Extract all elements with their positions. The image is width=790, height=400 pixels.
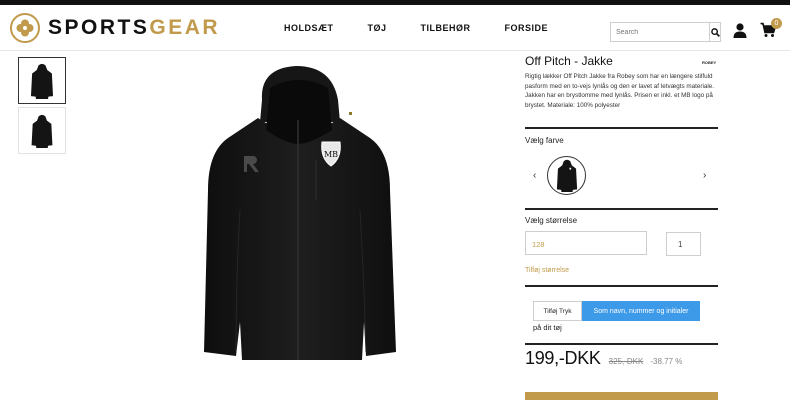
brand-logo: ROBEY — [702, 60, 717, 65]
user-button[interactable] — [733, 23, 747, 43]
thumbnail-front[interactable] — [18, 57, 66, 104]
jacket-swatch-image — [556, 159, 577, 192]
search-input[interactable] — [611, 23, 709, 41]
svg-text:MB: MB — [324, 150, 338, 159]
chevron-right-icon[interactable]: › — [703, 170, 706, 181]
divider — [525, 343, 718, 345]
nav-toj[interactable]: TØJ — [368, 23, 387, 33]
search-button[interactable] — [709, 23, 720, 41]
user-icon — [733, 23, 747, 38]
divider — [525, 208, 718, 210]
add-to-cart-button[interactable] — [525, 392, 718, 400]
nav-forside[interactable]: FORSIDE — [505, 23, 549, 33]
jacket-back-thumbnail-image — [31, 114, 53, 148]
thumbnail-back[interactable] — [18, 107, 66, 154]
logo-text: SPORTSGEAR — [48, 16, 221, 39]
jacket-thumbnail-image — [30, 63, 54, 99]
old-price: 325,-DKK — [608, 357, 644, 366]
main-nav: HOLDSÆT TØJ TILBEHØR FORSIDE — [284, 23, 582, 33]
add-size-link[interactable]: Tilføj størrelse — [525, 267, 569, 274]
product-main-image: MB — [200, 60, 400, 370]
size-select[interactable]: 128 — [525, 231, 647, 255]
print-note: på dit tøj — [533, 323, 562, 332]
print-option-group: Tilføj Tryk Som navn, nummer og initiale… — [533, 301, 700, 321]
divider — [525, 285, 718, 287]
discount-badge: -38.77 % — [650, 357, 683, 366]
product-info: Off Pitch - Jakke ROBEY Rigtig lækker Of… — [525, 52, 718, 110]
logo[interactable]: SPORTSGEAR — [10, 13, 220, 43]
price: 199,-DKK — [525, 348, 601, 368]
product-title: Off Pitch - Jakke — [525, 54, 613, 68]
clover-logo-icon — [10, 13, 40, 43]
chevron-left-icon[interactable]: ‹ — [533, 170, 536, 181]
nav-tilbehor[interactable]: TILBEHØR — [421, 23, 471, 33]
divider — [525, 127, 718, 129]
site-header: SPORTSGEAR HOLDSÆT TØJ TILBEHØR FORSIDE … — [0, 5, 790, 51]
search-icon — [710, 27, 720, 37]
nav-holdsaet[interactable]: HOLDSÆT — [284, 23, 334, 33]
quantity-input[interactable]: 1 — [666, 232, 701, 256]
cart-count-badge: 0 — [771, 18, 782, 29]
print-option-name-number[interactable]: Som navn, nummer og initialer — [582, 301, 700, 321]
price-row: 199,-DKK 325,-DKK -38.77 % — [525, 348, 682, 369]
color-swatch-black[interactable] — [547, 156, 586, 195]
choose-size-label: Vælg størrelse — [525, 216, 578, 225]
add-print-button[interactable]: Tilføj Tryk — [533, 301, 582, 321]
search-box — [610, 22, 721, 42]
product-description: Rigtig lækker Off Pitch Jakke fra Robey … — [525, 73, 714, 109]
color-selector: ‹ › — [525, 154, 718, 204]
choose-color-label: Vælg farve — [525, 136, 564, 145]
